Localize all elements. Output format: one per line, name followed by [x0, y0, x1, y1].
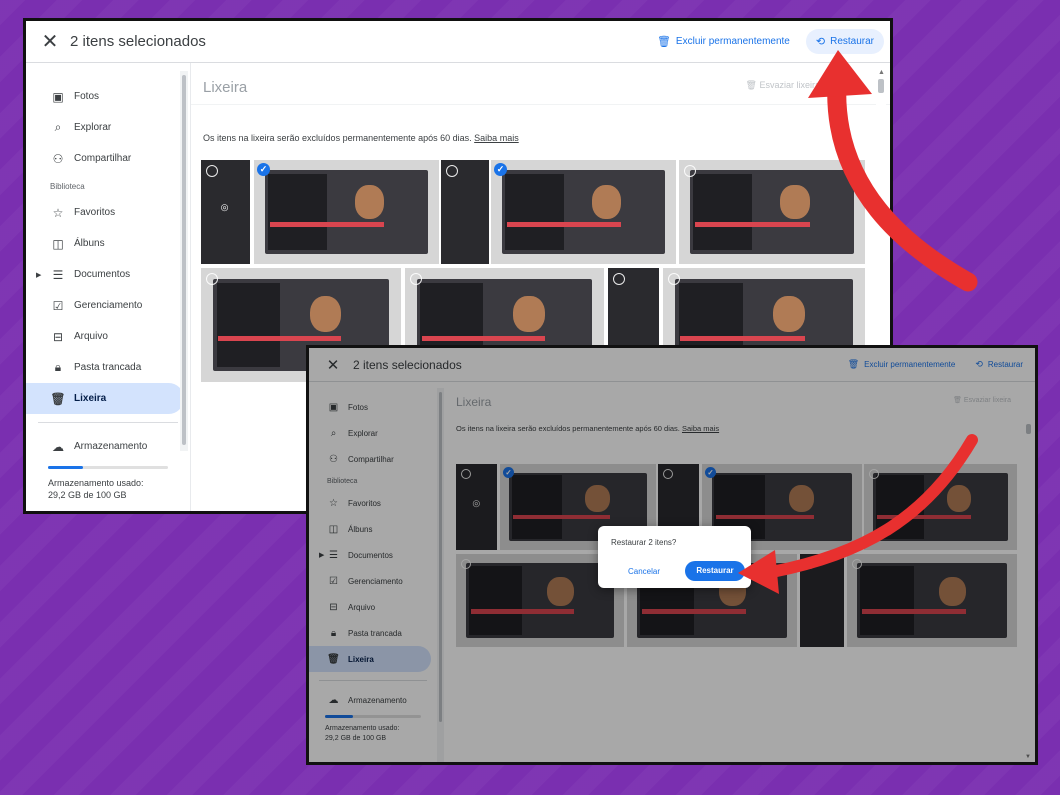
selection-title: 2 itens selecionados [70, 33, 206, 50]
sidebar: ▣ Fotos ⌕ Explorar ⚇ Compartilhar Bibliotec… [26, 63, 190, 511]
sidebar-item-favoritos[interactable]: ☆ Favoritos [26, 197, 184, 228]
select-circle-icon[interactable] [446, 165, 458, 177]
sidebar-item-pasta-trancada[interactable]: 🔒︎ Pasta trancada [26, 352, 184, 383]
storage-used-label: Armazenamento usado: [48, 478, 144, 488]
sidebar-item-label: Compartilhar [74, 153, 132, 164]
sidebar-item-label: Arquivo [74, 331, 108, 342]
sidebar-item-label: Favoritos [74, 207, 116, 218]
chevron-right-icon[interactable]: ▶ [36, 271, 41, 279]
select-circle-icon[interactable] [668, 273, 680, 285]
sidebar-scrollbar-thumb[interactable] [182, 75, 186, 445]
document-icon: ☰ [52, 267, 64, 282]
search-icon: ⌕ [54, 120, 62, 134]
sidebar-item-label: Pasta trancada [74, 362, 142, 373]
photo-face [780, 185, 810, 219]
photo-icon: ▣ [52, 89, 64, 104]
restore-confirm-dialog: Restaurar 2 itens? Cancelar Restaurar [598, 526, 751, 588]
scroll-up-icon[interactable]: ▲ [878, 69, 885, 76]
people-icon: ⚇ [52, 151, 64, 166]
photo-thumbnail[interactable] [679, 160, 865, 264]
delete-permanently-label: Excluir permanentemente [675, 36, 790, 47]
select-circle-icon[interactable] [206, 273, 218, 285]
photo-face [772, 295, 805, 333]
trash-icon: 🗑 [50, 391, 66, 406]
menu-highlight [680, 335, 805, 342]
checklist-icon: ☑ [52, 298, 64, 313]
lock-icon: 🔒︎ [54, 360, 62, 374]
archive-icon: ⊟ [52, 329, 64, 344]
photo-face [354, 185, 384, 219]
select-circle-icon[interactable] [206, 165, 218, 177]
selected-check-icon[interactable]: ✓ [494, 163, 507, 176]
cloud-icon: ☁ [52, 439, 64, 454]
empty-trash-button: 🗑 Esvaziar lixeira [745, 80, 820, 90]
dialog-title: Restaurar 2 itens? [611, 538, 677, 547]
sidebar-item-label: Lixeira [74, 393, 107, 404]
close-icon[interactable]: ✕ [40, 29, 60, 54]
screenshot-after: ✕ 2 itens selecionados 🗑 Excluir permanen… [306, 345, 1038, 765]
sidebar-divider [38, 422, 178, 423]
photo-face [309, 295, 342, 333]
restore-button[interactable]: ⟲ Restaurar [805, 29, 884, 54]
restore-icon: ⟲ [815, 36, 826, 48]
selection-toolbar: ✕ 2 itens selecionados 🗑 Excluir permanen… [26, 21, 890, 63]
menu-highlight [269, 221, 384, 227]
sidebar-item-albuns[interactable]: ◫ Álbuns [26, 228, 184, 259]
selected-check-icon[interactable]: ✓ [257, 163, 270, 176]
chat-icon: ◎ [220, 201, 229, 212]
sidebar-item-arquivo[interactable]: ⊟ Arquivo [26, 321, 184, 352]
sidebar-item-explorar[interactable]: ⌕ Explorar [26, 112, 184, 143]
sidebar-item-armazenamento[interactable]: ☁ Armazenamento [26, 431, 184, 462]
select-circle-icon[interactable] [613, 273, 625, 285]
context-menu [216, 283, 280, 367]
menu-highlight [506, 221, 621, 227]
content-scrollbar-thumb[interactable] [878, 79, 884, 93]
menu-highlight [695, 221, 810, 227]
cancel-button[interactable]: Cancelar [628, 567, 660, 576]
menu-highlight [422, 335, 545, 342]
storage-progress-bar [48, 466, 168, 469]
trash-icon: 🗑 [656, 36, 671, 48]
trash-retention-note: Os itens na lixeira serão excluídos perm… [191, 105, 890, 143]
sidebar-item-label: Gerenciamento [74, 300, 143, 311]
album-icon: ◫ [52, 236, 64, 251]
sidebar-item-documentos[interactable]: ▶ ☰ Documentos [26, 259, 184, 290]
context-menu [505, 173, 564, 251]
sidebar-item-compartilhar[interactable]: ⚇ Compartilhar [26, 143, 184, 174]
sidebar-item-label: Armazenamento [74, 441, 148, 452]
storage-value: 29,2 GB de 100 GB [48, 490, 127, 500]
sidebar-item-gerenciamento[interactable]: ☑ Gerenciamento [26, 290, 184, 321]
sidebar-item-label: Explorar [74, 122, 112, 133]
photo-thumbnail[interactable]: ✓ [254, 160, 439, 264]
star-icon: ☆ [52, 205, 64, 220]
trash-note-text: Os itens na lixeira serão excluídos perm… [203, 133, 472, 143]
photo-face [513, 295, 545, 333]
screenshot-content [265, 170, 428, 254]
photo-thumbnail[interactable]: ✓ [491, 160, 676, 264]
storage-progress-fill [48, 466, 84, 469]
context-menu [268, 173, 327, 251]
restore-label: Restaurar [830, 36, 874, 47]
learn-more-link[interactable]: Saiba mais [474, 133, 519, 143]
sidebar-item-label: Fotos [74, 91, 100, 102]
screenshot-content [502, 170, 665, 254]
select-circle-icon[interactable] [410, 273, 422, 285]
photo-thumbnail[interactable] [441, 160, 489, 264]
delete-permanently-button[interactable]: 🗑 Excluir permanentemente [647, 29, 800, 54]
library-section-label: Biblioteca [50, 182, 85, 191]
menu-highlight [218, 335, 342, 342]
confirm-restore-button[interactable]: Restaurar [685, 561, 745, 581]
screenshot-content [690, 170, 854, 254]
sidebar-item-label: Álbuns [74, 238, 105, 249]
sidebar-scrollbar[interactable] [180, 71, 188, 451]
sidebar-item-label: Documentos [74, 269, 131, 280]
sidebar-item-fotos[interactable]: ▣ Fotos [26, 81, 184, 112]
select-circle-icon[interactable] [684, 165, 696, 177]
photo-face [591, 185, 621, 219]
sidebar-item-lixeira[interactable]: 🗑 Lixeira [26, 383, 184, 414]
context-menu [693, 173, 753, 251]
photo-thumbnail[interactable]: ◎ [201, 160, 250, 264]
